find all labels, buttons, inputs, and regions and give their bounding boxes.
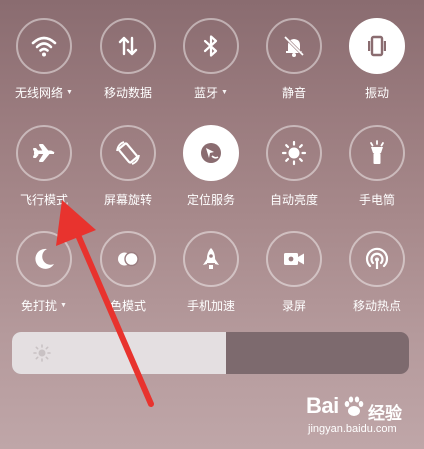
tile-label: 免打扰 ▼ [21, 299, 67, 313]
color-mode-icon [118, 251, 139, 267]
rocket-icon [203, 248, 219, 269]
hotspot-toggle[interactable] [349, 231, 405, 287]
vibrate-icon [368, 35, 386, 57]
tile-hotspot[interactable]: 移动热点 [337, 231, 417, 314]
tile-mobile-data[interactable]: 移动数据 [88, 18, 168, 101]
wifi-icon [31, 36, 57, 57]
tile-label: 飞行模式 [19, 193, 68, 207]
location-icon [201, 143, 221, 163]
tile-label: 录屏 [281, 299, 306, 313]
sun-icon [33, 344, 51, 362]
dropdown-caret-icon[interactable]: ▼ [66, 89, 73, 96]
dropdown-caret-icon[interactable]: ▼ [60, 302, 67, 309]
tile-dnd[interactable]: 免打扰 ▼ [4, 231, 84, 314]
flashlight-icon [370, 140, 384, 164]
brightness-icon [281, 140, 307, 166]
tile-auto-brightness[interactable]: 自动亮度 [254, 125, 334, 208]
wifi-toggle[interactable] [16, 18, 72, 74]
tile-airplane[interactable]: 飞行模式 [4, 125, 84, 208]
tile-label: 定位服务 [186, 193, 235, 207]
tile-vibrate[interactable]: 振动 [337, 18, 417, 101]
tile-label: 移动数据 [103, 86, 152, 100]
color-mode-toggle[interactable] [100, 231, 156, 287]
dropdown-caret-icon[interactable]: ▼ [221, 89, 228, 96]
airplane-icon [33, 144, 55, 162]
tile-wifi[interactable]: 无线网络 ▼ [4, 18, 84, 101]
bell-off-icon [283, 35, 305, 57]
bluetooth-icon [203, 35, 218, 57]
tile-label: 蓝牙 ▼ [194, 86, 228, 100]
baidu-jingyan-watermark: Bai 经验 jingyan.baidu.com [306, 393, 418, 443]
hotspot-icon [365, 247, 389, 269]
tile-label: 屏幕旋转 [103, 193, 152, 207]
tile-screen-record[interactable]: 录屏 [254, 231, 334, 314]
boost-toggle[interactable] [183, 231, 239, 287]
vibrate-toggle[interactable] [349, 18, 405, 74]
location-toggle[interactable] [183, 125, 239, 181]
tile-label: 手机加速 [186, 299, 235, 313]
watermark-logo-text: Bai [306, 393, 339, 418]
tile-label: 无线网络 ▼ [15, 86, 73, 100]
tile-label: 自动亮度 [269, 193, 318, 207]
tile-label: 手电筒 [358, 193, 395, 207]
tile-mute[interactable]: 静音 [254, 18, 334, 101]
brightness-slider[interactable] [12, 332, 409, 374]
tile-label: 静音 [281, 86, 306, 100]
tile-location[interactable]: 定位服务 [171, 125, 251, 208]
watermark-brand: 经验 [368, 404, 402, 423]
paw-icon [344, 396, 364, 416]
tile-label: 振动 [364, 86, 389, 100]
tile-boost[interactable]: 手机加速 [171, 231, 251, 314]
airplane-toggle[interactable] [16, 125, 72, 181]
tile-color-mode[interactable]: 色模式 [88, 231, 168, 314]
tile-flashlight[interactable]: 手电筒 [337, 125, 417, 208]
tile-label: 移动热点 [352, 299, 401, 313]
flashlight-toggle[interactable] [349, 125, 405, 181]
mute-toggle[interactable] [266, 18, 322, 74]
watermark-url: jingyan.baidu.com [308, 423, 397, 435]
video-camera-icon [284, 253, 304, 265]
rotation-toggle[interactable] [100, 125, 156, 181]
screen-record-toggle[interactable] [266, 231, 322, 287]
tile-label: 色模式 [109, 299, 146, 313]
dnd-toggle[interactable] [16, 231, 72, 287]
mobile-data-icon [118, 36, 138, 56]
bluetooth-toggle[interactable] [183, 18, 239, 74]
auto-brightness-toggle[interactable] [266, 125, 322, 181]
screen-rotation-icon [116, 141, 140, 165]
tile-rotation[interactable]: 屏幕旋转 [88, 125, 168, 208]
moon-icon [35, 248, 54, 269]
mobile-data-toggle[interactable] [100, 18, 156, 74]
tile-bluetooth[interactable]: 蓝牙 ▼ [171, 18, 251, 101]
